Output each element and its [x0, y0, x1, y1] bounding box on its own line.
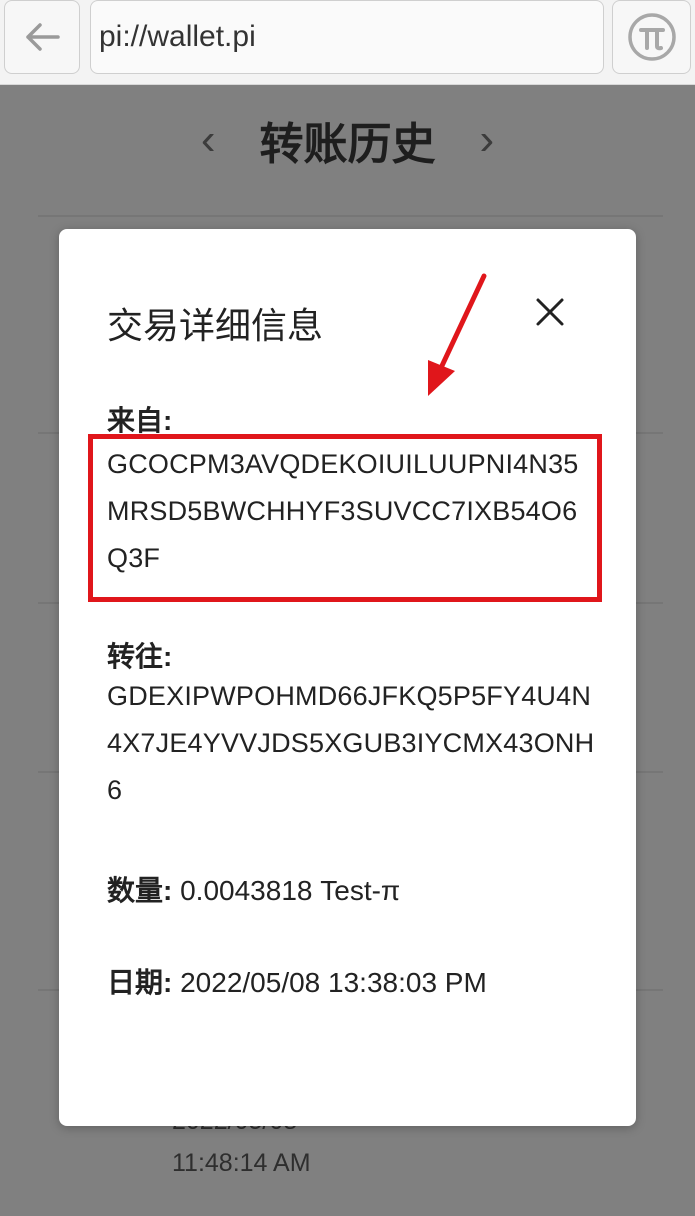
- annotation-arrow-icon: [428, 273, 487, 396]
